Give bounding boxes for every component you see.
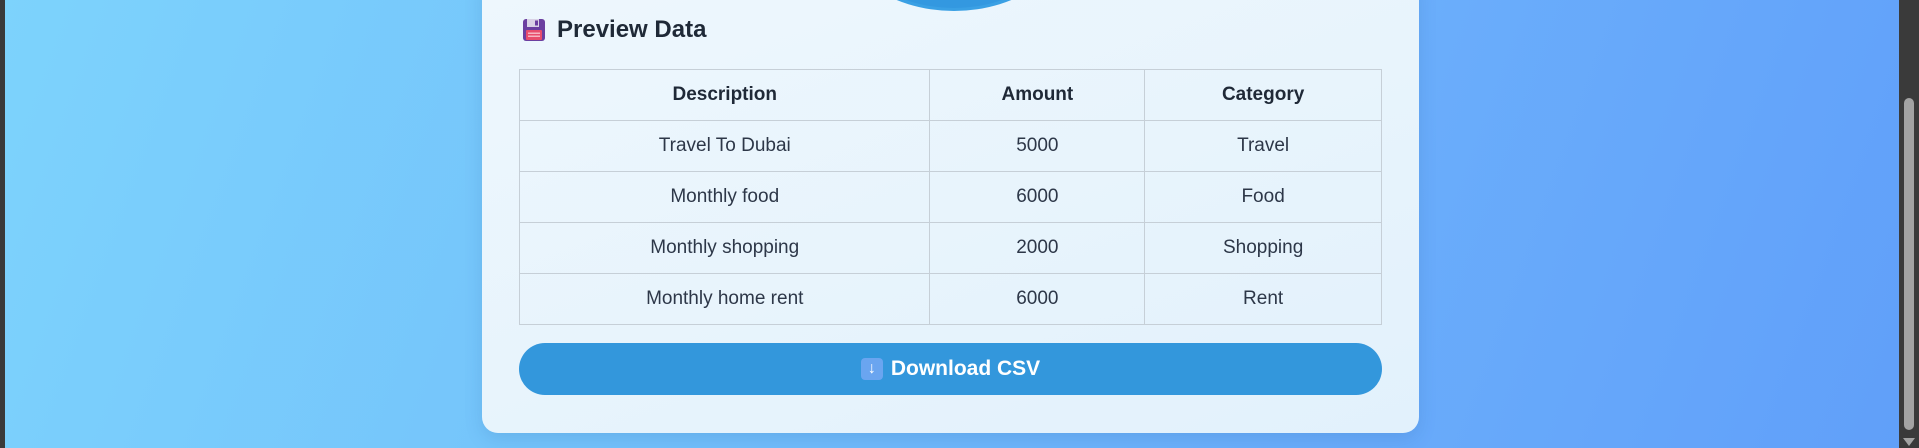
cell-amount: 6000 (929, 273, 1146, 325)
table-header-row: Description Amount Category (518, 69, 1382, 121)
floppy-disk-icon (522, 18, 546, 42)
download-arrow-icon: ↓ (860, 358, 883, 380)
column-header-description: Description (518, 69, 931, 121)
scrollbar-thumb[interactable] (1904, 98, 1914, 430)
column-header-category: Category (1144, 69, 1382, 121)
cell-amount: 2000 (929, 222, 1146, 274)
decorative-arc-inner (838, 0, 1070, 8)
cell-description: Monthly shopping (518, 222, 931, 274)
cell-description: Travel To Dubai (518, 120, 931, 172)
vertical-scrollbar[interactable] (1899, 0, 1919, 448)
cell-amount: 5000 (929, 120, 1146, 172)
cell-category: Food (1144, 171, 1382, 223)
cell-category: Travel (1144, 120, 1382, 172)
preview-table: Description Amount Category Travel To Du… (518, 69, 1382, 325)
section-title: Preview Data (522, 15, 706, 45)
scroll-down-arrow-icon[interactable] (1903, 438, 1915, 446)
column-header-amount: Amount (929, 69, 1146, 121)
cell-description: Monthly food (518, 171, 931, 223)
cell-category: Rent (1144, 273, 1382, 325)
cell-description: Monthly home rent (518, 273, 931, 325)
table-row: Monthly food 6000 Food (518, 171, 1382, 223)
preview-card: Preview Data Description Amount Category… (482, 0, 1419, 433)
section-title-text: Preview Data (557, 16, 707, 43)
download-csv-label: Download CSV (890, 357, 1041, 380)
table-row: Monthly home rent 6000 Rent (518, 273, 1382, 325)
table-row: Monthly shopping 2000 Shopping (518, 222, 1382, 274)
download-csv-button[interactable]: ↓ Download CSV (519, 343, 1382, 395)
cell-amount: 6000 (929, 171, 1146, 223)
table-row: Travel To Dubai 5000 Travel (518, 120, 1382, 172)
window-left-edge (0, 0, 5, 448)
cell-category: Shopping (1144, 222, 1382, 274)
